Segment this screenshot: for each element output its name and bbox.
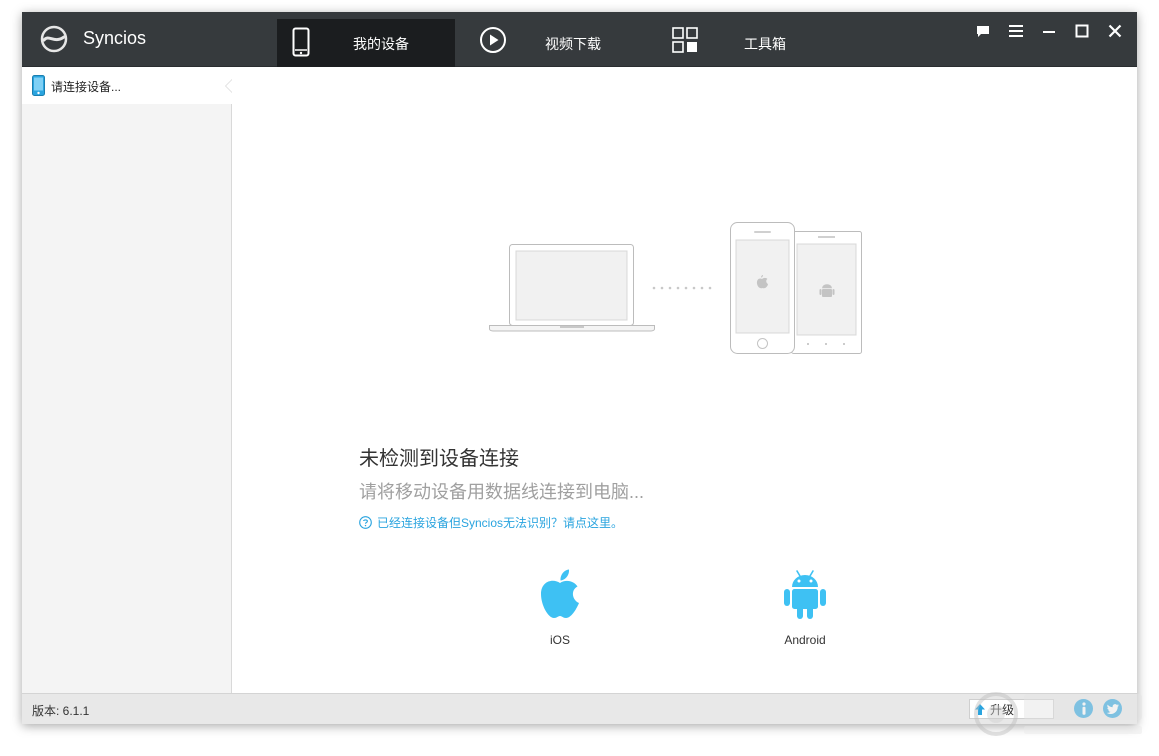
twitter-button[interactable] [1103, 699, 1122, 718]
tab-my-device[interactable]: 我的设备 [277, 19, 455, 67]
minimize-icon [1043, 31, 1055, 33]
close-icon [1108, 24, 1122, 38]
upgrade-button[interactable]: 升级 [969, 699, 1054, 719]
minimize-button[interactable] [1039, 21, 1059, 41]
maximize-icon [1075, 24, 1089, 38]
feedback-button[interactable] [973, 21, 993, 41]
tab-video-download-label: 视频下载 [545, 36, 601, 52]
phone-icon [292, 27, 310, 57]
menu-button[interactable] [1006, 21, 1026, 41]
version-text: 版本: 6.1.1 [32, 704, 90, 718]
connect-instruction: 请将移动设备用数据线连接到电脑... [359, 482, 645, 502]
android-icon [784, 570, 826, 619]
play-icon [480, 27, 506, 53]
syncios-logo-icon [40, 25, 68, 53]
connect-device-illustration [489, 222, 862, 354]
help-link-text: 已经连接设备但Syncios无法识别？请点这里。 [377, 516, 624, 530]
upgrade-label: 升级 [990, 702, 1015, 717]
twitter-icon [1106, 703, 1119, 714]
upgrade-arrow-icon [975, 703, 985, 715]
tab-my-device-label: 我的设备 [353, 36, 409, 52]
connection-dots [652, 286, 712, 290]
device-icon [32, 75, 45, 96]
status-bar: 版本: 6.1.1 升级 [22, 693, 1137, 724]
apple-icon [541, 569, 579, 618]
ios-option[interactable]: iOS [515, 568, 605, 647]
feedback-icon [977, 25, 989, 37]
question-circle-icon [359, 516, 372, 529]
no-device-headline: 未检测到设备连接 [359, 448, 519, 470]
laptop-icon [489, 244, 655, 332]
title-bar: Syncios 我的设备 视频下载 工具箱 [22, 12, 1137, 67]
sidebar: 请连接设备... [22, 68, 232, 693]
info-icon [1081, 702, 1086, 715]
tab-video-download[interactable]: 视频下载 [471, 19, 649, 67]
iphone-outline-icon [730, 222, 795, 354]
menu-icon [1009, 25, 1023, 37]
sidebar-selection-arrow [225, 79, 232, 93]
info-button[interactable] [1074, 699, 1093, 718]
close-button[interactable] [1105, 21, 1125, 41]
tab-toolbox[interactable]: 工具箱 [665, 19, 843, 67]
grid-icon [672, 27, 698, 53]
android-label: Android [784, 633, 826, 647]
ios-label: iOS [549, 633, 570, 647]
app-window: Syncios 我的设备 视频下载 工具箱 请连接设备... 未检测到设备连接 … [22, 12, 1137, 724]
android-phone-outline-icon [791, 231, 862, 354]
sidebar-item-label: 请连接设备... [51, 80, 122, 94]
tab-toolbox-label: 工具箱 [744, 36, 786, 52]
sidebar-item-connect-device[interactable]: 请连接设备... [22, 68, 232, 104]
app-title: Syncios [83, 28, 147, 48]
android-option[interactable]: Android [760, 568, 850, 647]
help-link[interactable]: 已经连接设备但Syncios无法识别？请点这里。 [359, 514, 623, 531]
main-panel: 未检测到设备连接 请将移动设备用数据线连接到电脑... 已经连接设备但Synci… [233, 68, 1137, 693]
maximize-button[interactable] [1072, 21, 1092, 41]
